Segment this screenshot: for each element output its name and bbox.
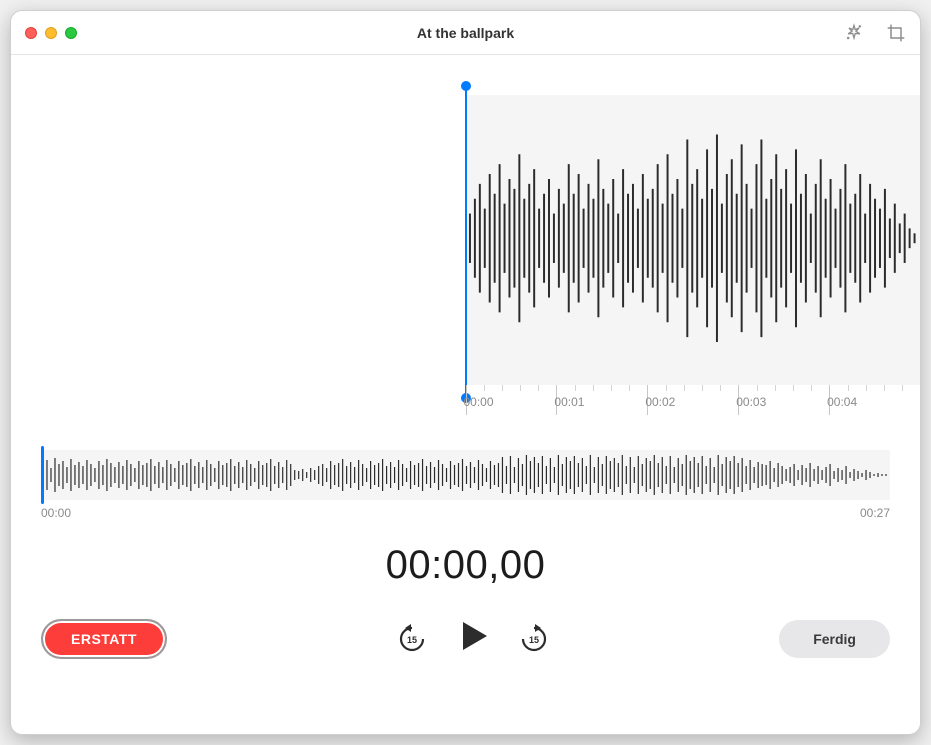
- svg-text:15: 15: [407, 635, 417, 645]
- maximize-window-button[interactable]: [65, 27, 77, 39]
- play-icon: [455, 618, 491, 654]
- skip-back-15-button[interactable]: 15: [397, 624, 427, 654]
- transport-controls: ERSTATT 15: [11, 588, 920, 685]
- current-timecode: 00:00,00: [11, 543, 920, 588]
- titlebar: At the ballpark: [11, 11, 920, 55]
- overview-section: 00:00 00:27: [11, 415, 920, 525]
- done-button[interactable]: Ferdig: [779, 620, 890, 658]
- ruler-tick-label: 00:04: [827, 395, 857, 409]
- skip-back-icon: 15: [397, 624, 427, 654]
- app-window: At the ballpark: [10, 10, 921, 735]
- ruler-tick-label: 00:01: [554, 395, 584, 409]
- minimize-window-button[interactable]: [45, 27, 57, 39]
- traffic-lights: [25, 27, 77, 39]
- enhance-recording-button[interactable]: [844, 23, 864, 43]
- window-title: At the ballpark: [417, 25, 514, 41]
- overview-wave-svg: [41, 450, 890, 500]
- playhead[interactable]: [465, 87, 467, 397]
- waveform-large: [466, 95, 920, 382]
- overview-end-time: 00:27: [860, 506, 890, 520]
- time-ruler: 00:00 00:01 00:02 00:03 00:04: [466, 385, 921, 415]
- svg-text:15: 15: [529, 635, 539, 645]
- overview-waveform[interactable]: [41, 450, 890, 500]
- crop-icon: [886, 23, 906, 43]
- ruler-tick-label: 00:03: [736, 395, 766, 409]
- ruler-tick-label: 00:02: [645, 395, 675, 409]
- close-window-button[interactable]: [25, 27, 37, 39]
- overview-start-time: 00:00: [41, 506, 71, 520]
- play-button[interactable]: [455, 618, 491, 659]
- editor-area: 00:00 00:01 00:02 00:03 00:04: [11, 55, 920, 734]
- titlebar-right-group: [844, 23, 906, 43]
- waveform-zoom-view[interactable]: 00:00 00:01 00:02 00:03 00:04: [11, 95, 920, 415]
- sparkle-icon: [844, 23, 864, 43]
- overview-playhead[interactable]: [41, 446, 44, 504]
- overview-time-labels: 00:00 00:27: [41, 506, 890, 520]
- center-transport-group: 15 15: [397, 618, 549, 659]
- skip-forward-15-button[interactable]: 15: [519, 624, 549, 654]
- skip-forward-icon: 15: [519, 624, 549, 654]
- record-replace-button[interactable]: ERSTATT: [41, 619, 167, 659]
- trim-button[interactable]: [886, 23, 906, 43]
- ruler-tick-label: 00:00: [464, 395, 494, 409]
